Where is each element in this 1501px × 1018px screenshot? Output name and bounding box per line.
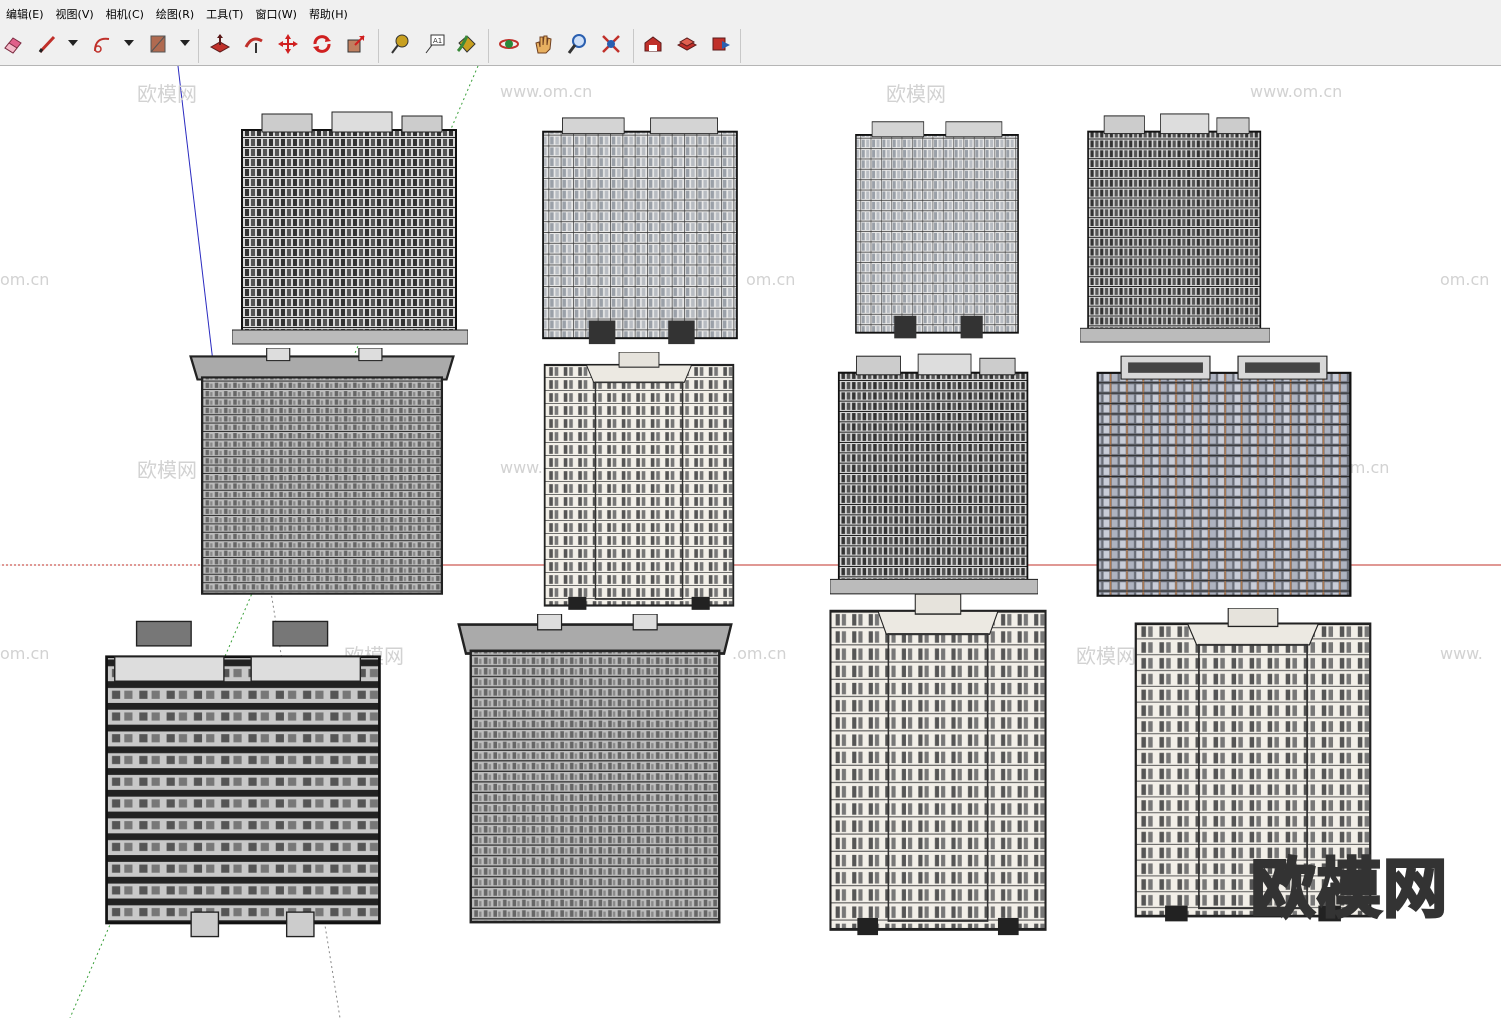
building-drawing [457, 614, 733, 924]
zoom-button[interactable] [564, 31, 590, 57]
building-drawing [105, 620, 381, 938]
menu-help[interactable]: 帮助(H) [303, 0, 354, 27]
tape-measure-icon [391, 34, 409, 54]
scale-icon [347, 35, 365, 53]
building-drawing [1080, 112, 1270, 344]
building-model[interactable] [850, 118, 1024, 344]
orbit-button[interactable] [496, 31, 522, 57]
arc-dropdown-icon[interactable] [124, 40, 134, 46]
watermark: 欧模网 [137, 82, 197, 106]
pencil-dropdown-icon[interactable] [68, 40, 78, 46]
warehouse-icon [644, 36, 662, 52]
move-icon [278, 34, 298, 54]
building-drawing [543, 352, 735, 611]
eraser-icon [4, 37, 22, 54]
orbit-icon [499, 39, 519, 49]
building-model[interactable] [1080, 110, 1270, 346]
arc-icon [94, 37, 110, 53]
rectangle-button[interactable] [145, 31, 171, 57]
zoom-extents-icon [602, 35, 620, 53]
building-model[interactable] [830, 350, 1038, 598]
building-model[interactable] [82, 616, 404, 942]
building-drawing [232, 111, 468, 345]
rotate-button[interactable] [309, 31, 335, 57]
paint-bucket-button[interactable] [453, 31, 479, 57]
eraser-button[interactable] [0, 31, 26, 57]
components-button[interactable] [674, 31, 700, 57]
push-pull-button[interactable] [207, 31, 233, 57]
menu-bar: 编辑(E) 视图(V) 相机(C) 绘图(R) 工具(T) 窗口(W) 帮助(H… [0, 0, 1501, 27]
building-drawing [1096, 354, 1352, 597]
watermark: om.cn [0, 270, 50, 289]
menu-tools[interactable]: 工具(T) [200, 0, 249, 27]
building-model[interactable] [186, 348, 458, 600]
watermark: www. [1440, 644, 1483, 663]
watermark: www.om.cn [500, 82, 593, 101]
text-button[interactable]: A1 [421, 31, 447, 57]
menu-draw[interactable]: 绘图(R) [150, 0, 200, 27]
rotate-icon [313, 35, 331, 53]
paint-bucket-icon [456, 35, 476, 53]
building-model[interactable] [1086, 352, 1362, 602]
watermark: om.cn [746, 270, 796, 289]
modeling-viewport[interactable]: 欧模网 www.om.cn 欧模网 www.om.cn om.cn om.cn … [0, 66, 1501, 1018]
pencil-button[interactable] [34, 31, 60, 57]
menu-camera[interactable]: 相机(C) [100, 0, 150, 27]
zoom-icon [567, 34, 586, 54]
building-model[interactable] [532, 352, 746, 612]
zoom-extents-button[interactable] [598, 31, 624, 57]
building-model[interactable] [816, 594, 1060, 938]
arc-button[interactable] [90, 31, 116, 57]
watermark: .om.cn [732, 644, 787, 663]
building-drawing [542, 116, 738, 346]
menu-view[interactable]: 视图(V) [50, 0, 100, 27]
share-model-icon [712, 37, 730, 51]
watermark: 欧模网 [886, 82, 946, 106]
follow-me-button[interactable] [241, 31, 267, 57]
follow-me-icon [244, 37, 263, 53]
watermark: om.cn [0, 644, 50, 663]
rectangle-dropdown-icon[interactable] [180, 40, 190, 46]
building-drawing [829, 594, 1047, 937]
text-icon: A1 [425, 34, 445, 54]
components-icon [676, 37, 698, 51]
pan-button[interactable] [530, 31, 556, 57]
toolbar: A1 [0, 27, 1501, 66]
share-model-button[interactable] [708, 31, 734, 57]
menu-edit[interactable]: 编辑(E) [0, 0, 50, 27]
scale-button[interactable] [343, 31, 369, 57]
move-button[interactable] [275, 31, 301, 57]
brand-watermark: 欧模网 [1250, 852, 1449, 929]
pan-icon [535, 35, 552, 54]
watermark: om.cn [1440, 270, 1490, 289]
building-model[interactable] [536, 114, 744, 350]
push-pull-icon [209, 34, 231, 53]
watermark: www.om.cn [1250, 82, 1343, 101]
building-drawing [854, 120, 1020, 340]
tape-measure-button[interactable] [387, 31, 413, 57]
building-model[interactable] [454, 614, 736, 930]
svg-text:A1: A1 [433, 37, 442, 45]
warehouse-button[interactable] [640, 31, 666, 57]
menu-window[interactable]: 窗口(W) [249, 0, 302, 27]
pencil-icon [38, 35, 56, 54]
building-drawing [189, 348, 455, 595]
building-model[interactable] [232, 108, 468, 348]
rectangle-icon [150, 35, 166, 53]
building-drawing [830, 353, 1038, 595]
